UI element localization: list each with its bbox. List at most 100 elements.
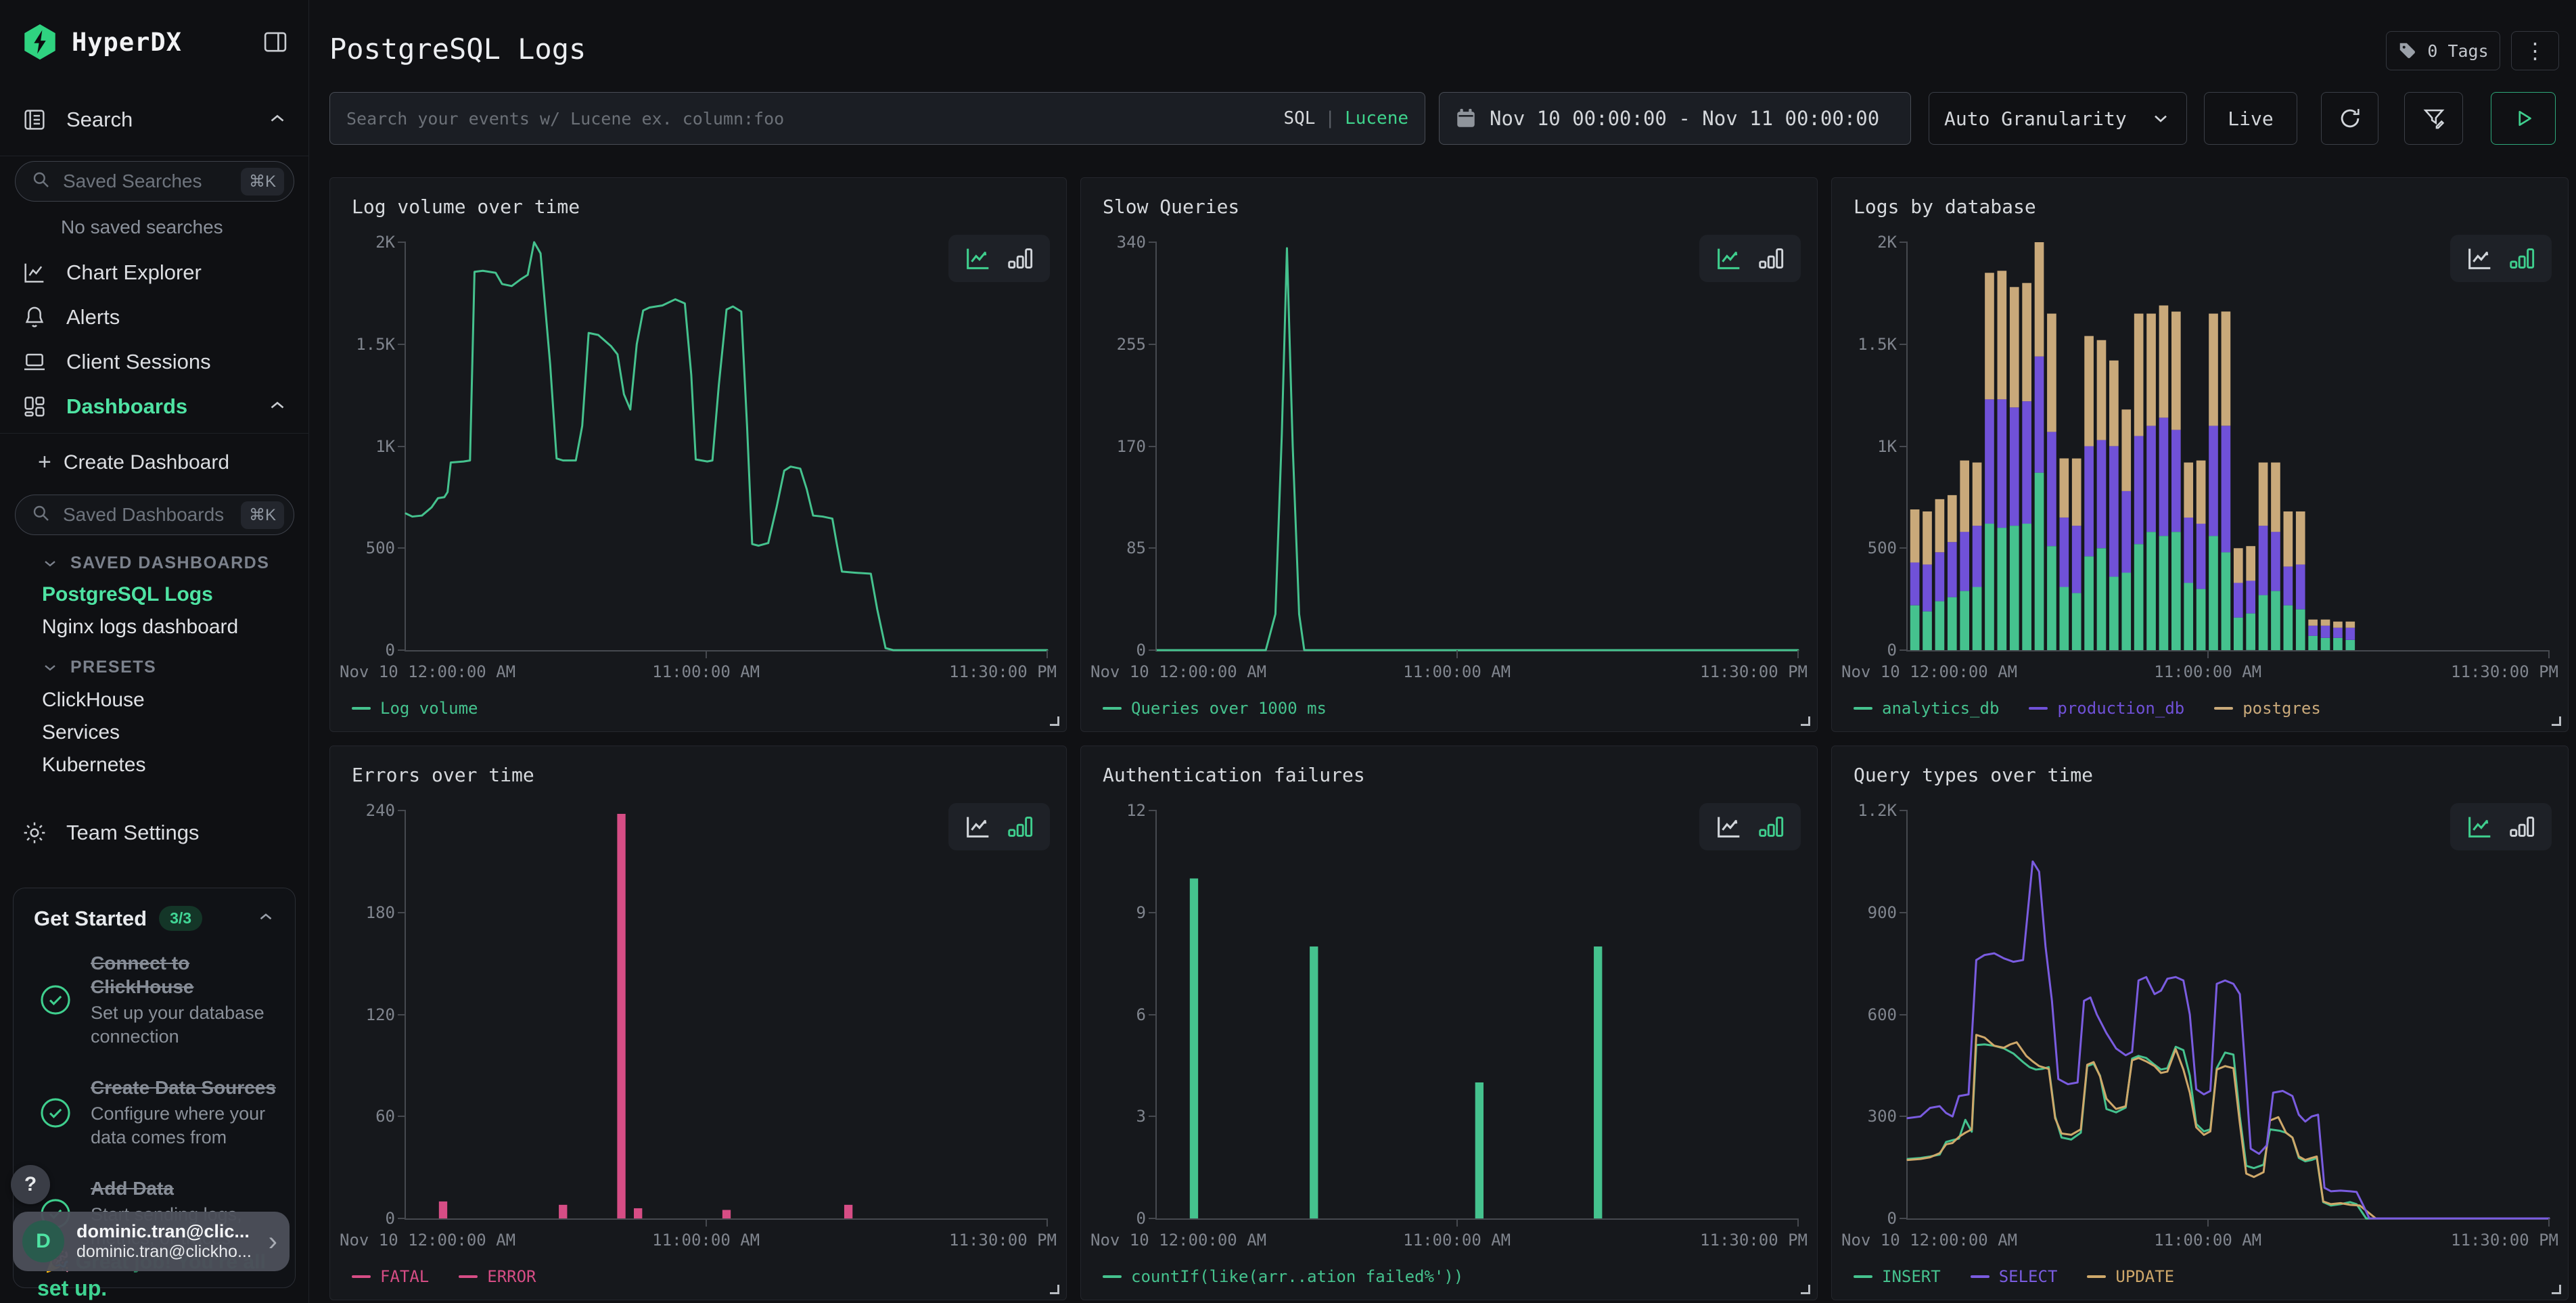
legend-item[interactable]: SELECT — [1971, 1267, 2058, 1286]
live-button[interactable]: Live — [2204, 92, 2297, 145]
x-axis-label: 11:30:00 PM — [2451, 662, 2558, 681]
chart-plot[interactable]: 240180120600Nov 10 12:00:00 AM11:00:00 A… — [405, 810, 1047, 1220]
get-started-item-sources[interactable]: Create Data SourcesConfigure where your … — [14, 1062, 295, 1163]
resize-handle-icon[interactable] — [1801, 716, 1810, 726]
x-axis-tick — [2207, 650, 2209, 658]
legend-label: Log volume — [380, 699, 478, 718]
sidebar-preset-kubernetes[interactable]: Kubernetes — [42, 754, 145, 777]
chart-plot[interactable]: 2K1.5K1K5000Nov 10 12:00:00 AM11:00:00 A… — [1906, 242, 2549, 652]
legend-item[interactable]: UPDATE — [2087, 1267, 2174, 1286]
x-axis-label: 11:30:00 PM — [2451, 1231, 2558, 1250]
granularity-dropdown[interactable]: Auto Granularity — [1929, 92, 2187, 145]
event-search-bar[interactable]: SQL | Lucene — [329, 92, 1425, 145]
chevron-down-icon — [2150, 108, 2171, 129]
lucene-toggle[interactable]: Lucene — [1345, 108, 1408, 129]
chart-legend: INSERT SELECT UPDATE — [1854, 1267, 2174, 1286]
resize-handle-icon[interactable] — [2552, 716, 2561, 726]
x-axis-label: 11:30:00 PM — [949, 1231, 1057, 1250]
legend-item[interactable]: Log volume — [352, 699, 478, 718]
query-language-toggle[interactable]: SQL | Lucene — [1283, 108, 1408, 129]
hyperdx-logo-icon — [20, 22, 60, 62]
y-axis-label: 0 — [386, 1209, 395, 1228]
chart-plot[interactable]: 340255170850Nov 10 12:00:00 AM11:00:00 A… — [1155, 242, 1798, 652]
y-axis-tick — [1149, 446, 1157, 447]
legend-item[interactable]: FATAL — [352, 1267, 429, 1286]
sidebar-item-alerts[interactable]: Alerts — [0, 298, 309, 337]
chart-title: Authentication failures — [1103, 764, 1365, 786]
run-query-button[interactable] — [2491, 92, 2556, 145]
sidebar-dashboard-nginx[interactable]: Nginx logs dashboard — [42, 616, 238, 639]
search-icon — [30, 169, 52, 194]
legend-item[interactable]: ERROR — [459, 1267, 536, 1286]
saved-dashboards-search[interactable]: ⌘K — [15, 495, 294, 535]
chart-plot[interactable]: 129630Nov 10 12:00:00 AM11:00:00 AM11:30… — [1155, 810, 1798, 1220]
plus-icon: + — [38, 449, 51, 476]
chevron-up-icon[interactable] — [256, 907, 276, 930]
y-axis-tick — [1900, 1014, 1908, 1015]
main-content: PostgreSQL Logs 0 Tags ⋮ SQL | Lucene No… — [309, 0, 2576, 1303]
resize-handle-icon[interactable] — [1801, 1285, 1810, 1294]
sidebar-item-team-settings[interactable]: Team Settings — [0, 813, 309, 852]
y-axis-label: 180 — [366, 903, 395, 922]
chevron-right-icon: › — [269, 1227, 277, 1257]
app-title: HyperDX — [72, 28, 182, 57]
legend-item[interactable]: Queries over 1000 ms — [1103, 699, 1327, 718]
resize-handle-icon[interactable] — [1050, 716, 1059, 726]
time-range-picker[interactable]: Nov 10 00:00:00 - Nov 11 00:00:00 — [1439, 92, 1911, 145]
x-axis-tick — [706, 1218, 707, 1227]
search-input[interactable] — [346, 109, 1270, 129]
saved-dashboards-input[interactable] — [63, 504, 241, 526]
help-button[interactable]: ? — [11, 1165, 50, 1204]
legend-item[interactable]: production_db — [2029, 699, 2184, 718]
chart-title: Query types over time — [1854, 764, 2093, 786]
legend-item[interactable]: countIf(like(arr..ation failed%')) — [1103, 1267, 1463, 1286]
refresh-button[interactable] — [2321, 92, 2378, 145]
get-started-progress-badge: 3/3 — [159, 906, 202, 931]
user-menu[interactable]: D dominic.tran@clic... dominic.tran@clic… — [13, 1212, 290, 1271]
section-saved-dashboards[interactable]: SAVED DASHBOARDS — [41, 553, 269, 573]
legend-item[interactable]: analytics_db — [1854, 699, 1999, 718]
y-axis-tick — [1900, 446, 1908, 447]
y-axis-tick — [398, 446, 406, 447]
legend-label: UPDATE — [2115, 1267, 2174, 1286]
sidebar-item-chart-explorer[interactable]: Chart Explorer — [0, 253, 309, 292]
sidebar-preset-services[interactable]: Services — [42, 721, 120, 744]
legend-label: production_db — [2057, 699, 2184, 718]
legend-swatch — [2087, 1275, 2106, 1278]
sidebar-dashboard-postgresql-logs[interactable]: PostgreSQL Logs — [42, 583, 213, 606]
resize-handle-icon[interactable] — [1050, 1285, 1059, 1294]
sidebar-item-dashboards[interactable]: Dashboards — [0, 387, 309, 426]
collapse-sidebar-icon[interactable] — [260, 26, 291, 58]
chart-explorer-icon — [20, 258, 49, 287]
panel-menu-button[interactable]: ⋮ — [2511, 31, 2559, 70]
legend-item[interactable]: INSERT — [1854, 1267, 1941, 1286]
saved-searches-search[interactable]: ⌘K — [15, 161, 294, 202]
filter-button[interactable] — [2404, 92, 2463, 145]
section-presets[interactable]: PRESETS — [41, 658, 156, 677]
x-axis-label: Nov 10 12:00:00 AM — [1090, 662, 1266, 681]
x-axis-tick — [1046, 650, 1048, 658]
create-dashboard-button[interactable]: + Create Dashboard — [38, 449, 229, 476]
chart-plot[interactable]: 2K1.5K1K5000Nov 10 12:00:00 AM11:00:00 A… — [405, 242, 1047, 652]
sidebar-item-client-sessions[interactable]: Client Sessions — [0, 342, 309, 382]
chart-plot[interactable]: 1.2K9006003000Nov 10 12:00:00 AM11:00:00… — [1906, 810, 2549, 1220]
legend-item[interactable]: postgres — [2214, 699, 2321, 718]
sidebar-preset-clickhouse[interactable]: ClickHouse — [42, 689, 145, 712]
legend-swatch — [459, 1275, 478, 1278]
y-axis-tick — [1149, 1116, 1157, 1117]
saved-searches-input[interactable] — [63, 170, 241, 192]
no-saved-searches-text: No saved searches — [61, 216, 223, 238]
sidebar-item-search[interactable]: Search — [0, 100, 309, 139]
tags-button[interactable]: 0 Tags — [2386, 31, 2500, 70]
sql-toggle[interactable]: SQL — [1283, 108, 1315, 129]
y-axis-tick — [398, 547, 406, 549]
legend-label: Queries over 1000 ms — [1131, 699, 1327, 718]
search-page-icon — [20, 106, 49, 134]
legend-swatch — [1854, 707, 1872, 710]
chart-panel: Slow Queries340255170850Nov 10 12:00:00 … — [1080, 177, 1818, 732]
x-axis-label: 11:00:00 AM — [2154, 662, 2261, 681]
y-axis-label: 6 — [1136, 1005, 1146, 1024]
resize-handle-icon[interactable] — [2552, 1285, 2561, 1294]
divider — [0, 433, 309, 434]
get-started-item-connect[interactable]: Connect to ClickHouseSet up your databas… — [14, 938, 295, 1062]
